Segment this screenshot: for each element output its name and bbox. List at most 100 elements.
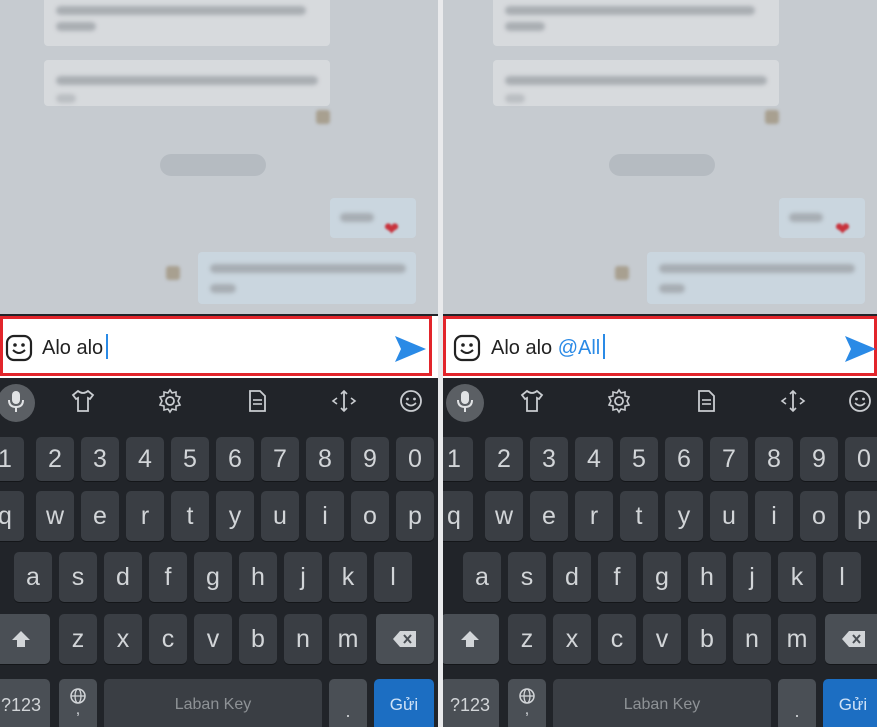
settings-icon[interactable] [157,388,183,414]
key-q[interactable]: q [0,491,24,541]
key-p[interactable]: p [845,491,877,541]
key-m[interactable]: m [329,614,367,664]
key-t[interactable]: t [620,491,658,541]
message-input[interactable]: Alo alo [42,334,109,361]
key-f[interactable]: f [598,552,636,602]
key-i[interactable]: i [755,491,793,541]
key-6[interactable]: 6 [665,437,703,481]
key-9[interactable]: 9 [351,437,389,481]
space-key[interactable]: Laban Key [104,679,322,727]
key-8[interactable]: 8 [306,437,344,481]
key-f[interactable]: f [149,552,187,602]
key-o[interactable]: o [351,491,389,541]
key-2[interactable]: 2 [36,437,74,481]
key-j[interactable]: j [733,552,771,602]
key-6[interactable]: 6 [216,437,254,481]
key-v[interactable]: v [643,614,681,664]
key-b[interactable]: b [239,614,277,664]
sticker-icon[interactable] [453,334,481,362]
key-c[interactable]: c [149,614,187,664]
key-q[interactable]: q [443,491,473,541]
shift-key[interactable] [443,614,499,664]
send-icon[interactable] [843,334,877,364]
key-9[interactable]: 9 [800,437,838,481]
key-j[interactable]: j [284,552,322,602]
shirt-icon[interactable] [70,388,96,414]
key-r[interactable]: r [126,491,164,541]
symbols-key[interactable]: ?123 [443,679,499,727]
emoji-icon[interactable] [398,388,424,414]
language-key[interactable]: , [59,679,97,727]
shift-key[interactable] [0,614,50,664]
key-o[interactable]: o [800,491,838,541]
key-1[interactable]: 1 [443,437,473,481]
key-w[interactable]: w [36,491,74,541]
language-key[interactable]: , [508,679,546,727]
period-key[interactable]: . [329,679,367,727]
sticker-icon[interactable] [5,334,33,362]
key-4[interactable]: 4 [126,437,164,481]
key-k[interactable]: k [329,552,367,602]
key-d[interactable]: d [104,552,142,602]
backspace-key[interactable] [825,614,877,664]
key-3[interactable]: 3 [530,437,568,481]
key-g[interactable]: g [643,552,681,602]
key-7[interactable]: 7 [710,437,748,481]
key-2[interactable]: 2 [485,437,523,481]
key-n[interactable]: n [733,614,771,664]
cursor-move-icon[interactable] [780,388,806,414]
key-0[interactable]: 0 [845,437,877,481]
key-x[interactable]: x [104,614,142,664]
message-input[interactable]: Alo alo @All [491,334,606,361]
clipboard-icon[interactable] [693,388,719,414]
key-x[interactable]: x [553,614,591,664]
key-a[interactable]: a [14,552,52,602]
key-1[interactable]: 1 [0,437,24,481]
symbols-key[interactable]: ?123 [0,679,50,727]
key-4[interactable]: 4 [575,437,613,481]
key-3[interactable]: 3 [81,437,119,481]
key-i[interactable]: i [306,491,344,541]
send-key[interactable]: Gửi [374,679,434,727]
key-e[interactable]: e [81,491,119,541]
key-e[interactable]: e [530,491,568,541]
key-c[interactable]: c [598,614,636,664]
key-u[interactable]: u [710,491,748,541]
key-s[interactable]: s [59,552,97,602]
backspace-key[interactable] [376,614,434,664]
key-l[interactable]: l [374,552,412,602]
key-u[interactable]: u [261,491,299,541]
period-key[interactable]: . [778,679,816,727]
key-5[interactable]: 5 [620,437,658,481]
key-n[interactable]: n [284,614,322,664]
key-h[interactable]: h [688,552,726,602]
key-b[interactable]: b [688,614,726,664]
key-s[interactable]: s [508,552,546,602]
key-t[interactable]: t [171,491,209,541]
key-g[interactable]: g [194,552,232,602]
emoji-icon[interactable] [847,388,873,414]
send-icon[interactable] [393,334,427,364]
send-key[interactable]: Gửi [823,679,877,727]
key-k[interactable]: k [778,552,816,602]
key-z[interactable]: z [508,614,546,664]
key-y[interactable]: y [216,491,254,541]
key-d[interactable]: d [553,552,591,602]
key-h[interactable]: h [239,552,277,602]
key-p[interactable]: p [396,491,434,541]
cursor-move-icon[interactable] [331,388,357,414]
key-v[interactable]: v [194,614,232,664]
key-l[interactable]: l [823,552,861,602]
key-w[interactable]: w [485,491,523,541]
key-m[interactable]: m [778,614,816,664]
key-z[interactable]: z [59,614,97,664]
shirt-icon[interactable] [519,388,545,414]
key-5[interactable]: 5 [171,437,209,481]
key-8[interactable]: 8 [755,437,793,481]
clipboard-icon[interactable] [244,388,270,414]
key-0[interactable]: 0 [396,437,434,481]
key-r[interactable]: r [575,491,613,541]
key-y[interactable]: y [665,491,703,541]
settings-icon[interactable] [606,388,632,414]
key-a[interactable]: a [463,552,501,602]
